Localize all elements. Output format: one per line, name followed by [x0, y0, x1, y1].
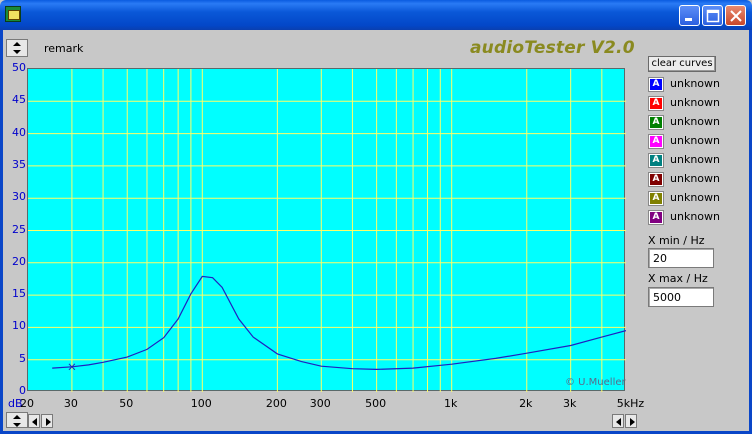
maximize-button[interactable] [702, 5, 723, 26]
y-tick-label: 40 [12, 125, 26, 139]
legend-label: unknown [670, 96, 720, 109]
plot-credit: © U.Mueller [565, 377, 626, 388]
right-arrow-icon [46, 418, 51, 426]
scroll-right-button[interactable] [41, 414, 53, 428]
x-tick-label: 50 [119, 397, 134, 410]
swatch-glyph: A [650, 155, 662, 166]
scroll-right-button-right[interactable] [625, 414, 637, 428]
color-swatch-icon[interactable]: A [648, 96, 664, 111]
x-tick-label: 300 [309, 397, 331, 410]
legend-label: unknown [670, 115, 720, 128]
x-tick-label: 5kHz [616, 397, 645, 410]
y-tick-label: 20 [12, 254, 26, 268]
y-tick-label: 35 [12, 157, 26, 171]
app-icon[interactable] [5, 6, 21, 22]
swatch-glyph: A [650, 193, 662, 204]
xmax-input[interactable] [648, 287, 714, 307]
frequency-plot[interactable] [27, 68, 626, 392]
y-tick-label: 25 [12, 222, 26, 236]
swatch-glyph: A [650, 117, 662, 128]
color-swatch-icon[interactable]: A [648, 153, 664, 168]
left-arrow-icon [616, 418, 621, 426]
xmin-input[interactable] [648, 248, 714, 268]
color-swatch-icon[interactable]: A [648, 191, 664, 206]
legend-label: unknown [670, 134, 720, 147]
swatch-glyph: A [650, 79, 662, 90]
x-tick-label: 30 [63, 397, 78, 410]
y-tick-label: 45 [12, 93, 26, 107]
swatch-glyph: A [650, 98, 662, 109]
color-swatch-icon[interactable]: A [648, 172, 664, 187]
x-tick-label: 200 [265, 397, 287, 410]
legend-label: unknown [670, 172, 720, 185]
legend-label: unknown [670, 210, 720, 223]
swatch-glyph: A [650, 136, 662, 147]
app-brand: audioTester V2.0 [470, 38, 635, 58]
remark-spinner[interactable] [6, 39, 28, 57]
y-tick-label: 10 [12, 319, 26, 333]
scroll-left-button[interactable] [28, 414, 40, 428]
up-down-arrow-icon [13, 42, 21, 54]
left-arrow-icon [32, 418, 37, 426]
minimize-button[interactable] [679, 5, 700, 26]
y-tick-label: 30 [12, 190, 26, 204]
remark-label: remark [44, 42, 84, 55]
swatch-glyph: A [650, 212, 662, 223]
xmin-label: X min / Hz [648, 234, 705, 247]
x-tick-label: 2k [519, 397, 533, 410]
title-bar [0, 0, 752, 30]
x-tick-label: 100 [190, 397, 212, 410]
close-button[interactable] [725, 5, 746, 26]
maximize-icon [706, 9, 720, 23]
minimize-icon [685, 18, 692, 21]
close-icon [730, 10, 742, 22]
y-tick-label: 15 [12, 287, 26, 301]
x-tick-label: 20 [20, 397, 34, 410]
color-swatch-icon[interactable]: A [648, 115, 664, 130]
x-tick-label: 3k [562, 397, 577, 410]
color-swatch-icon[interactable]: A [648, 77, 664, 92]
clear-curves-button[interactable]: clear curves [648, 56, 716, 72]
color-swatch-icon[interactable]: A [648, 210, 664, 225]
xmax-label: X max / Hz [648, 272, 708, 285]
y-tick-label: 0 [19, 384, 26, 397]
legend-label: unknown [670, 77, 720, 90]
swatch-glyph: A [650, 174, 662, 185]
legend-label: unknown [670, 191, 720, 204]
up-down-arrow-icon [13, 415, 21, 427]
color-swatch-icon[interactable]: A [648, 134, 664, 149]
response-curve [52, 275, 626, 371]
legend-label: unknown [670, 153, 720, 166]
right-arrow-icon [630, 418, 635, 426]
y-tick-label: 5 [19, 351, 26, 365]
plot-svg [28, 69, 626, 392]
bottom-spinner[interactable] [6, 412, 28, 428]
y-tick-label: 50 [12, 61, 26, 74]
scroll-left-button-right[interactable] [612, 414, 624, 428]
x-tick-label: 1k [444, 397, 458, 410]
x-tick-label: 500 [365, 397, 387, 410]
